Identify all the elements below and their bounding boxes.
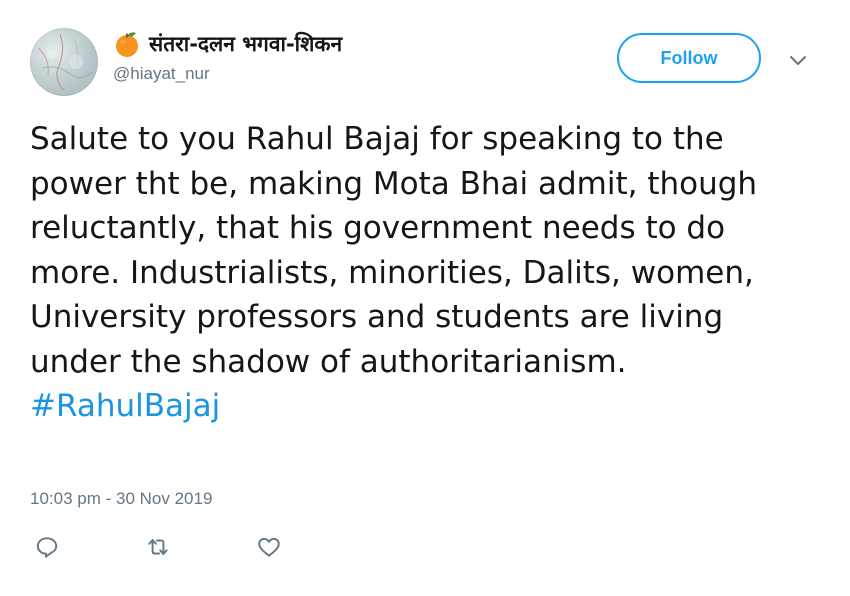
- retweet-icon[interactable]: [145, 534, 171, 560]
- avatar[interactable]: [30, 28, 98, 96]
- tweet-text: Salute to you Rahul Bajaj for speaking t…: [30, 117, 820, 429]
- reply-icon[interactable]: [34, 534, 60, 560]
- user-handle[interactable]: @hiayat_nur: [113, 64, 210, 84]
- chevron-down-icon[interactable]: [786, 48, 810, 72]
- orange-emoji-icon: [113, 30, 141, 58]
- heart-icon[interactable]: [256, 534, 282, 560]
- hashtag-link[interactable]: #RahulBajaj: [30, 384, 820, 429]
- follow-button[interactable]: Follow: [617, 33, 761, 83]
- tweet-body: Salute to you Rahul Bajaj for speaking t…: [30, 121, 758, 380]
- user-name-row[interactable]: संतरा-दलन भगवा-शिकन: [113, 28, 342, 60]
- tweet-timestamp[interactable]: 10:03 pm - 30 Nov 2019: [30, 489, 212, 509]
- avatar-image: [37, 33, 93, 91]
- display-name: संतरा-दलन भगवा-शिकन: [149, 32, 343, 56]
